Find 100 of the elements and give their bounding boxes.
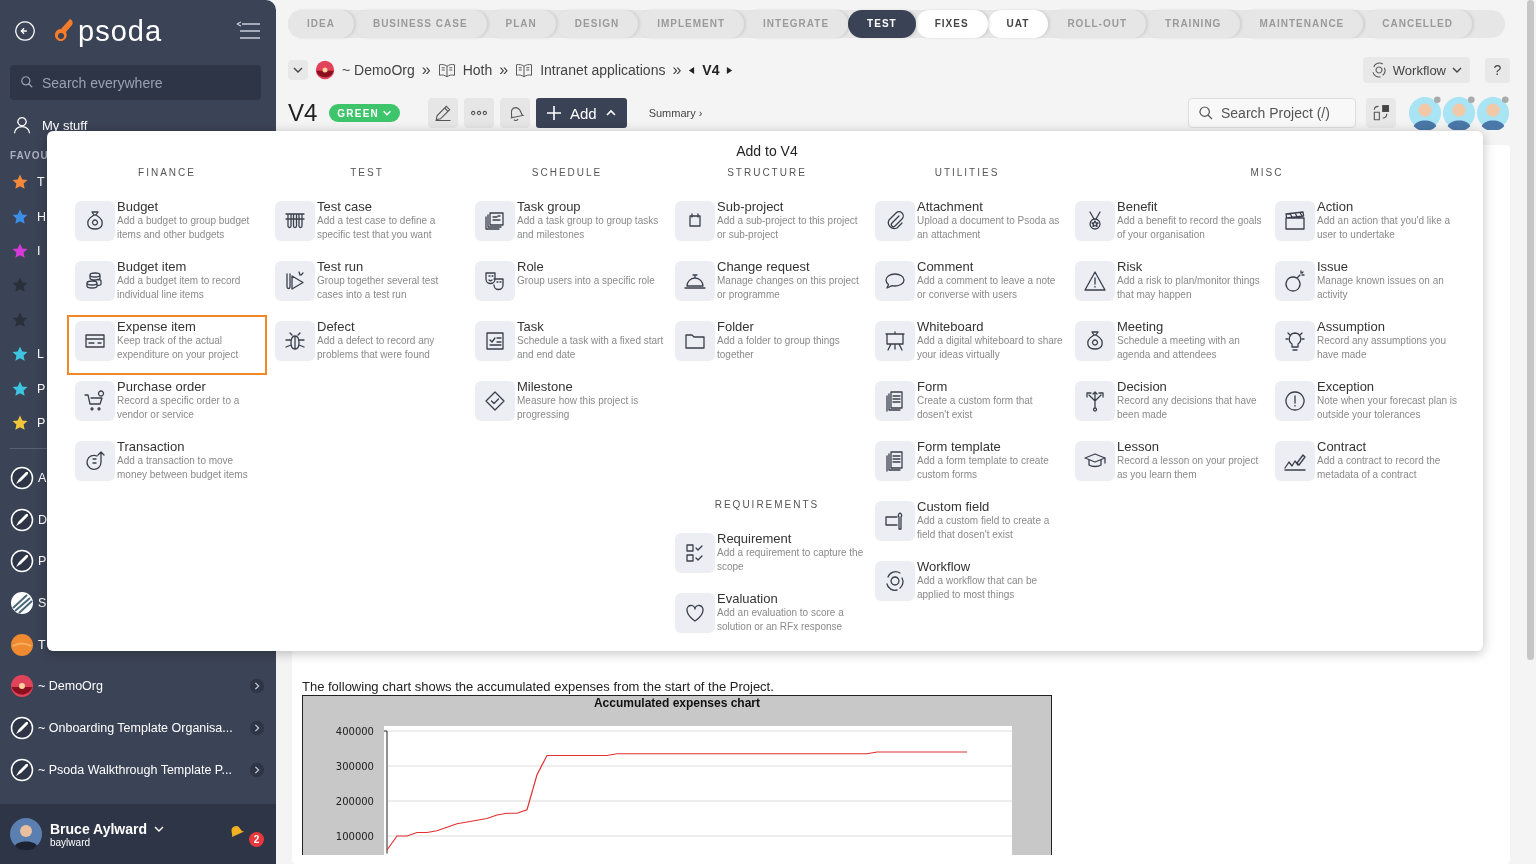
category-heading: SCHEDULE	[530, 166, 604, 180]
menu-item[interactable]: Action Add an action that you'd like a user to undertake	[1267, 195, 1467, 255]
add-button[interactable]: Add	[535, 98, 627, 128]
menu-item[interactable]: Milestone Measure how this project is progressing	[467, 375, 667, 435]
menu-item[interactable]: Form Create a custom form that dosen't exist	[867, 375, 1067, 435]
collapse-menu-icon[interactable]	[236, 21, 262, 41]
item-title: Test case	[317, 199, 373, 214]
switch-view-button[interactable]	[1366, 98, 1396, 128]
favourite-item[interactable]: P	[37, 381, 46, 396]
project-item[interactable]: ~ Psoda Walkthrough Template P...	[38, 762, 232, 777]
item-description: Add a folder to group things together	[717, 334, 841, 362]
menu-item[interactable]: Transaction Add a transaction to move money between budget items	[67, 435, 267, 495]
item-title: Purchase order	[117, 379, 207, 394]
item-title: Attachment	[917, 199, 984, 214]
previous-icon[interactable]	[688, 65, 696, 75]
menu-item[interactable]: Exception Note when your forecast plan is outside your tolerances	[1267, 375, 1467, 435]
breadcrumb-link[interactable]: V4	[702, 62, 720, 78]
project-logo-icon	[10, 632, 34, 657]
menu-item[interactable]: Requirement Add a requirement to capture the scope	[667, 527, 867, 587]
favourite-item[interactable]: T	[37, 175, 45, 190]
menu-item[interactable]: Change request Manage changes on this project or programme	[667, 255, 867, 315]
sunset-icon	[10, 674, 34, 699]
masks-icon	[483, 269, 507, 293]
menu-item[interactable]: Whiteboard Add a digital whiteboard to share your ideas virtually	[867, 315, 1067, 375]
menu-item[interactable]: Issue Manage known issues on an activity	[1267, 255, 1467, 315]
item-title: Requirement	[717, 531, 793, 546]
category-heading: UTILITIES	[933, 166, 1001, 180]
menu-item[interactable]: Expense item Keep track of the actual expenditure on your project	[67, 315, 267, 375]
project-item[interactable]: D	[38, 512, 48, 527]
chevron-right-icon[interactable]	[249, 678, 265, 695]
project-item[interactable]: T	[38, 637, 46, 652]
edit-button[interactable]	[427, 98, 458, 128]
menu-item[interactable]: Task Schedule a task with a fixed start and end date	[467, 315, 667, 375]
menu-item[interactable]: Meeting Schedule a meeting with an agenda and attendees	[1067, 315, 1267, 375]
menu-item[interactable]: Workflow Add a workflow that can be applied to most things	[867, 555, 1067, 615]
item-title: Expense item	[117, 319, 197, 334]
menu-item[interactable]: Risk Add a risk to plan/monitor things that may happen	[1067, 255, 1267, 315]
menu-item[interactable]: Purchase order Record a specific order to a vendor or service	[67, 375, 267, 435]
menu-item[interactable]: Budget item Add a budget item to record individual line items	[67, 255, 267, 315]
menu-item[interactable]: Test case Add a test case to define a specific test that you want	[267, 195, 467, 255]
breadcrumb-link[interactable]: Hoth	[462, 62, 493, 78]
menu-item[interactable]: Attachment Upload a document to Psoda as an attachment	[867, 195, 1067, 255]
item-description: Add a risk to plan/monitor things that may happen	[1117, 274, 1261, 302]
user-avatar[interactable]	[10, 818, 42, 850]
search-field[interactable]: Search Project (/)	[1188, 98, 1356, 128]
menu-item[interactable]: Folder Add a folder to group things together	[667, 315, 867, 375]
next-icon[interactable]	[726, 65, 734, 75]
user-avatar[interactable]	[1476, 96, 1510, 130]
favourite-item[interactable]: L	[37, 347, 44, 362]
bell-button[interactable]	[499, 98, 530, 128]
diamond-check-icon	[483, 389, 507, 413]
item-title: Contract	[1317, 439, 1368, 454]
breadcrumb-link[interactable]: Intranet applications	[540, 62, 666, 78]
sunset-icon	[315, 60, 335, 80]
menu-item[interactable]: Comment Add a comment to leave a note or converse with users	[867, 255, 1067, 315]
workflow-button[interactable]: Workflow	[1362, 57, 1470, 83]
scrollbar-thumb[interactable]	[1527, 0, 1534, 660]
help-button[interactable]: ?	[1485, 57, 1510, 83]
user-name[interactable]: Bruce Aylward	[50, 820, 147, 837]
menu-item[interactable]: Task group Add a task group to group tasks and milestones	[467, 195, 667, 255]
favourite-item[interactable]: I	[37, 243, 41, 258]
search-field[interactable]: Search everywhere	[10, 65, 261, 100]
menu-item[interactable]: Budget Add a budget to group budget items and other budgets	[67, 195, 267, 255]
project-item[interactable]: S	[38, 596, 47, 611]
menu-item[interactable]: Benefit Add a benefit to record the goals of your organisation	[1067, 195, 1267, 255]
summary-link[interactable]: Summary ›	[648, 107, 703, 119]
project-item[interactable]: ~ Onboarding Template Organisa...	[38, 721, 233, 736]
menu-item[interactable]: Evaluation Add an evaluation to score a solution or an RFx response	[667, 587, 867, 647]
chevron-right-icon[interactable]	[249, 720, 265, 737]
menu-item[interactable]: Role Group users into a specific role	[467, 255, 667, 315]
menu-item[interactable]: Form template Add a form template to create custom forms	[867, 435, 1067, 495]
menu-item[interactable]: Test run Group together several test cases into a test run	[267, 255, 467, 315]
menu-item[interactable]: Custom field Add a custom field to create a field that dosen't exist	[867, 495, 1067, 555]
expand-button[interactable]	[288, 60, 308, 80]
stage-tab[interactable]: UAT	[987, 10, 1049, 38]
more-button[interactable]	[463, 98, 494, 128]
project-item[interactable]: P	[38, 554, 47, 569]
item-description: Add a custom field to create a field that dosen't exist	[917, 514, 1051, 542]
project-item[interactable]: ~ DemoOrg	[38, 679, 103, 694]
favourite-item[interactable]: H	[37, 209, 47, 224]
item-description: Add an evaluation to score a solution or an RFx response	[717, 606, 845, 634]
breadcrumb-link[interactable]: ~ DemoOrg	[342, 62, 415, 78]
menu-item[interactable]: Decision Record any decisions that have been made	[1067, 375, 1267, 435]
user-avatar[interactable]	[1442, 96, 1476, 130]
chevron-right-icon[interactable]	[249, 761, 265, 778]
menu-item[interactable]: Sub-project Add a sub-project to this project or sub-project	[667, 195, 867, 255]
menu-item[interactable]: Defect Add a defect to record any problems that were found	[267, 315, 467, 375]
user-avatar[interactable]	[1408, 96, 1442, 130]
favourite-item[interactable]: P	[37, 415, 46, 430]
project-item[interactable]: A	[38, 470, 47, 485]
stage-tab[interactable]: FIXES	[915, 10, 988, 38]
item-description: Record any decisions that have been made	[1117, 394, 1258, 422]
item-description: Add a form template to create custom forms	[917, 454, 1050, 482]
menu-item[interactable]: Lesson Record a lesson on your project as you learn them	[1067, 435, 1267, 495]
item-title: Risk	[1117, 259, 1144, 274]
back-icon[interactable]	[14, 20, 36, 42]
menu-item[interactable]: Contract Add a contract to record the metadata of a contract	[1267, 435, 1467, 495]
menu-item[interactable]: Assumption Record any assumptions you have made	[1267, 315, 1467, 375]
page-title: V4	[288, 99, 318, 127]
stage-tab[interactable]: TEST	[848, 10, 916, 38]
